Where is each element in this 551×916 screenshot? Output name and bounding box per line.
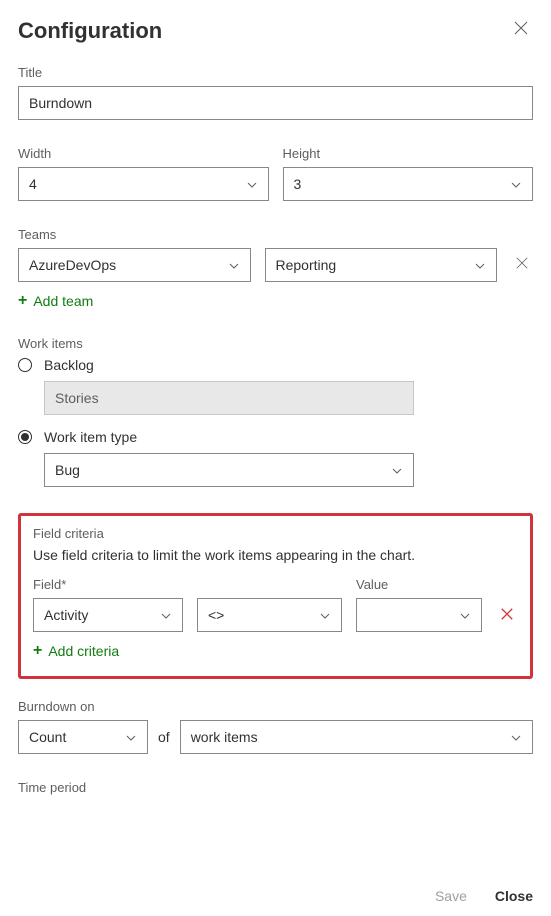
workitems-label: Work items: [18, 336, 533, 351]
burndown-count-value: Count: [29, 729, 66, 745]
panel-title: Configuration: [18, 18, 162, 44]
team1-value: AzureDevOps: [29, 257, 116, 273]
close-icon[interactable]: [509, 16, 533, 45]
add-team-button[interactable]: + Add team: [18, 292, 93, 310]
team2-value: Reporting: [276, 257, 337, 273]
chevron-down-icon: [246, 178, 258, 190]
field-criteria-section: Field criteria Use field criteria to lim…: [18, 513, 533, 679]
title-label: Title: [18, 65, 533, 80]
criteria-op-value: <>: [208, 607, 224, 623]
teams-label: Teams: [18, 227, 533, 242]
criteria-op-spacer: [197, 577, 342, 592]
chevron-down-icon: [459, 609, 471, 621]
criteria-field-select[interactable]: Activity: [33, 598, 183, 632]
criteria-help: Use field criteria to limit the work ite…: [33, 547, 518, 563]
width-label: Width: [18, 146, 269, 161]
workitemtype-label: Work item type: [44, 429, 137, 445]
burndown-unit-select[interactable]: work items: [180, 720, 533, 754]
burndown-label: Burndown on: [18, 699, 533, 714]
height-select[interactable]: 3: [283, 167, 534, 201]
chevron-down-icon: [391, 464, 403, 476]
burndown-unit-value: work items: [191, 729, 258, 745]
close-button[interactable]: Close: [495, 888, 533, 904]
criteria-operator-select[interactable]: <>: [197, 598, 342, 632]
burndown-of-text: of: [158, 729, 170, 745]
width-select[interactable]: 4: [18, 167, 269, 201]
add-criteria-button[interactable]: + Add criteria: [33, 642, 119, 660]
criteria-field-label: Field: [33, 577, 183, 592]
team1-select[interactable]: AzureDevOps: [18, 248, 251, 282]
burndown-count-select[interactable]: Count: [18, 720, 148, 754]
workitemtype-radio[interactable]: [18, 430, 32, 444]
title-input[interactable]: [18, 86, 533, 120]
chevron-down-icon: [474, 259, 486, 271]
plus-icon: +: [33, 642, 42, 660]
save-button[interactable]: Save: [435, 888, 467, 904]
criteria-value-select[interactable]: [356, 598, 482, 632]
height-label: Height: [283, 146, 534, 161]
remove-criteria-icon[interactable]: [496, 601, 518, 632]
add-criteria-label: Add criteria: [48, 643, 119, 659]
add-team-label: Add team: [33, 293, 93, 309]
chevron-down-icon: [319, 609, 331, 621]
criteria-field-value: Activity: [44, 607, 88, 623]
width-value: 4: [29, 176, 37, 192]
backlog-label: Backlog: [44, 357, 94, 373]
chevron-down-icon: [510, 178, 522, 190]
workitemtype-select[interactable]: Bug: [44, 453, 414, 487]
chevron-down-icon: [510, 731, 522, 743]
timeperiod-label: Time period: [18, 780, 533, 795]
chevron-down-icon: [125, 731, 137, 743]
workitemtype-value: Bug: [55, 462, 80, 478]
criteria-value-label: Value: [356, 577, 482, 592]
backlog-value-input: [44, 381, 414, 415]
criteria-section-label: Field criteria: [33, 526, 518, 541]
plus-icon: +: [18, 292, 27, 310]
team2-select[interactable]: Reporting: [265, 248, 498, 282]
height-value: 3: [294, 176, 302, 192]
chevron-down-icon: [228, 259, 240, 271]
remove-team-icon[interactable]: [511, 252, 533, 279]
backlog-radio[interactable]: [18, 358, 32, 372]
chevron-down-icon: [160, 609, 172, 621]
